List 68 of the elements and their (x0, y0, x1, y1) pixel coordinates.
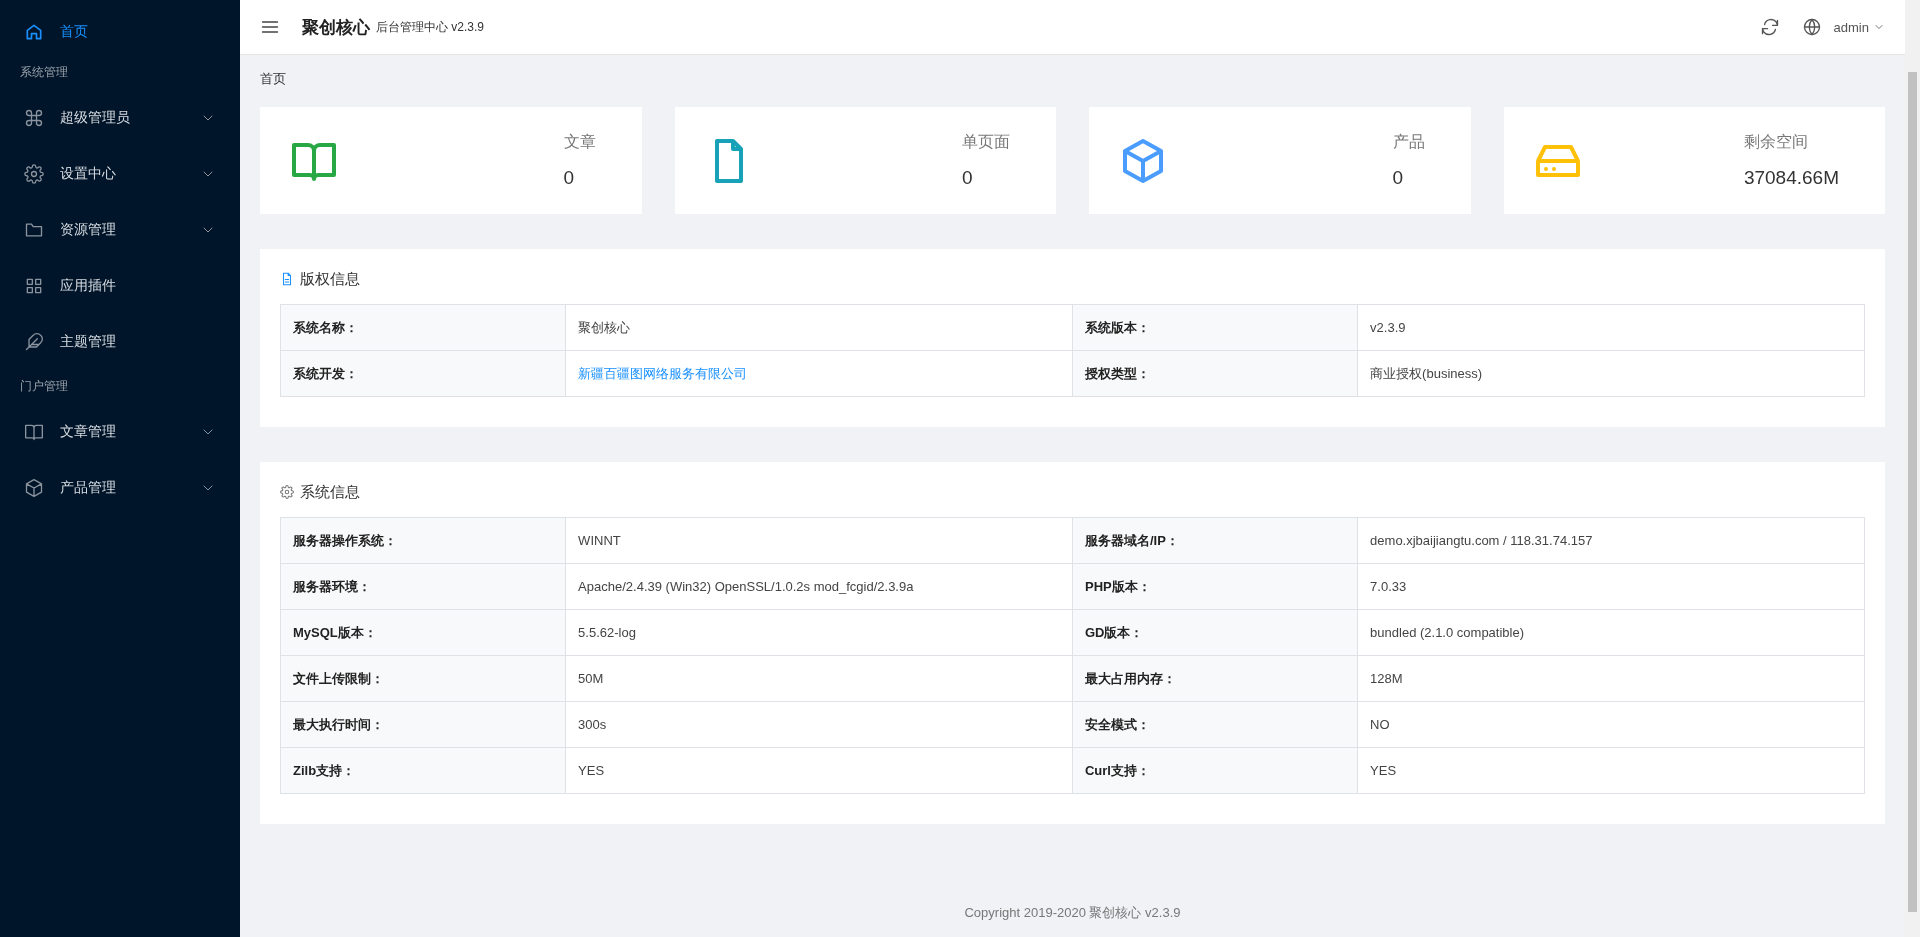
table-label-cell: 最大执行时间： (280, 701, 566, 748)
table-label-cell: 服务器操作系统： (280, 517, 566, 564)
command-icon (24, 108, 44, 128)
stat-value: 37084.66M (1743, 167, 1839, 189)
sidebar-item[interactable]: 主题管理 (0, 314, 240, 370)
table-label-cell: 服务器环境： (280, 563, 566, 610)
table-label-cell: MySQL版本： (280, 609, 566, 656)
table-cell: NO (1357, 701, 1865, 748)
refresh-icon (1759, 17, 1780, 37)
table-label-cell: GD版本： (1072, 609, 1358, 656)
table-cell: v2.3.9 (1357, 304, 1865, 351)
table-label-cell: 最大占用内存： (1072, 655, 1358, 702)
sidebar-item[interactable]: 设置中心 (0, 146, 240, 202)
table-label-cell: 系统名称： (280, 304, 566, 351)
sidebar-item[interactable]: 首页 (0, 8, 240, 56)
table-label-cell: 系统版本： (1072, 304, 1358, 351)
table-label-cell: PHP版本： (1072, 563, 1358, 610)
table-cell: demo.xjbaijiangtu.com / 118.31.74.157 (1357, 517, 1865, 564)
cube-icon (24, 478, 44, 498)
table-cell: 聚创核心 (565, 304, 1073, 351)
sidebar-item[interactable]: 应用插件 (0, 258, 240, 314)
sidebar-item[interactable]: 文章管理 (0, 404, 240, 460)
table-cell: Apache/2.4.39 (Win32) OpenSSL/1.0.2s mod_fcgid/2.3.9a (565, 563, 1073, 610)
feather-icon (24, 332, 44, 352)
breadcrumb[interactable]: 首页 (260, 69, 1885, 89)
table-cell: 5.5.62-log (565, 609, 1073, 656)
table-cell: YES (565, 747, 1073, 794)
table-label-cell: 安全模式： (1072, 701, 1358, 748)
app-title: 聚创核心 (302, 16, 370, 39)
app-subtitle: 后台管理中心 v2.3.9 (376, 18, 486, 36)
table-cell: WINNT (565, 517, 1073, 564)
document-icon (280, 272, 294, 286)
table-cell: YES (1357, 747, 1865, 794)
sidebar-item[interactable]: 超级管理员 (0, 90, 240, 146)
panel-title: 版权信息 (300, 269, 360, 289)
table-cell: 300s (565, 701, 1073, 748)
user-menu[interactable]: admin (1833, 19, 1869, 35)
stat-label: 单页面 (962, 132, 1010, 152)
grid-icon (24, 276, 44, 296)
settings-icon (24, 164, 44, 184)
sidebar-section-label: 门户管理 (19, 378, 69, 395)
stat-label: 剩余空间 (1743, 132, 1809, 152)
table-label-cell: Curl支持： (1072, 747, 1358, 794)
home-icon (24, 22, 44, 42)
stat-value: 0 (1392, 167, 1405, 189)
book-icon (24, 422, 44, 442)
sidebar-item[interactable]: 资源管理 (0, 202, 240, 258)
table-cell: 50M (565, 655, 1073, 702)
globe-icon (1801, 17, 1822, 37)
table-cell: 7.0.33 (1357, 563, 1865, 610)
table-cell: 商业授权(business) (1357, 350, 1865, 397)
table-label-cell: 服务器域名/IP： (1072, 517, 1358, 564)
stat-value: 0 (563, 167, 576, 189)
stat-label: 产品 (1392, 132, 1425, 152)
stat-label: 文章 (563, 132, 596, 152)
stat-value: 0 (962, 167, 974, 189)
table-cell: bundled (2.1.0 compatible) (1357, 609, 1865, 656)
table-label-cell: 授权类型： (1072, 350, 1358, 397)
table-label-cell: Zilb支持： (280, 747, 566, 794)
scrollbar[interactable] (1905, 0, 1920, 937)
table-label-cell: 系统开发： (280, 350, 566, 397)
table-cell: 128M (1357, 655, 1865, 702)
settings-icon (280, 485, 294, 499)
sidebar-item[interactable]: 产品管理 (0, 460, 240, 516)
panel-title: 系统信息 (300, 482, 360, 502)
table-label-cell: 文件上传限制： (280, 655, 566, 702)
copyright-text: Copyright 2019-2020 聚创核心 v2.3.9 (963, 904, 1182, 922)
sidebar-section-label: 系统管理 (19, 64, 69, 81)
